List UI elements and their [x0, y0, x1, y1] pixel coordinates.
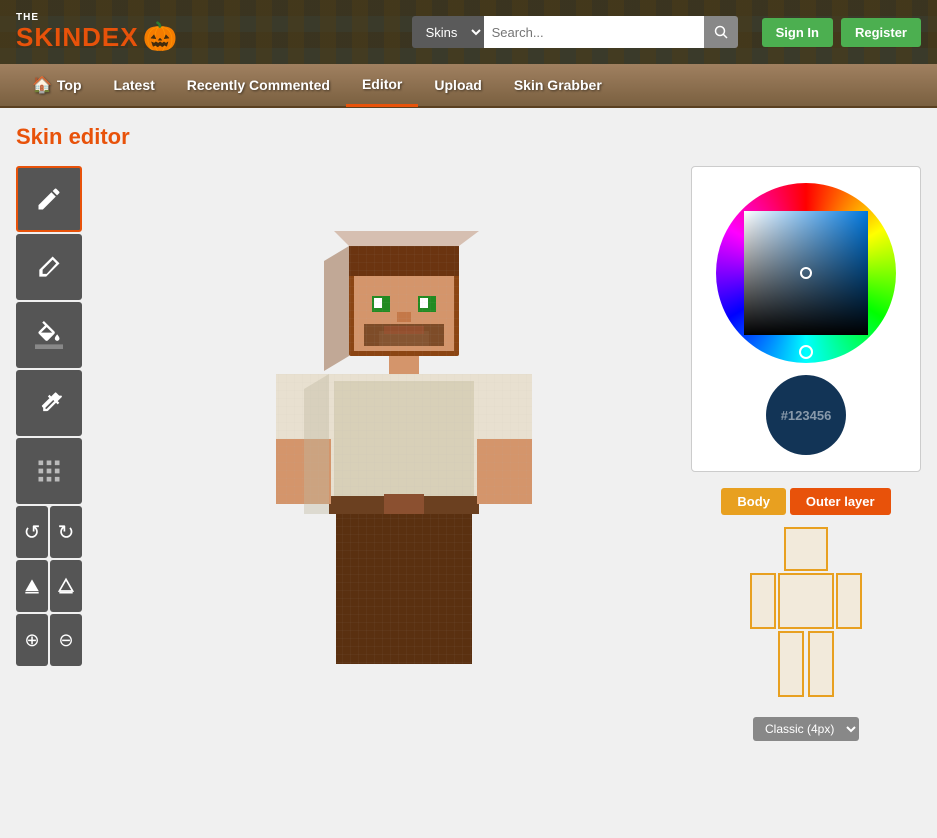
skin-template-legs-row — [778, 631, 834, 697]
skin-part-left-leg[interactable] — [778, 631, 804, 697]
eyedropper-icon — [35, 389, 63, 417]
minecraft-character[interactable] — [254, 206, 554, 726]
logo-text: SKINDEX — [16, 24, 139, 50]
skin-part-head[interactable] — [784, 527, 828, 571]
tools-panel: ↺ ↻ — [16, 166, 116, 766]
page-title: Skin editor — [16, 124, 921, 150]
search-icon — [714, 25, 728, 39]
header: THE SKINDEX 🎃 Skins Sign In Register — [0, 0, 937, 64]
eraser-icon — [35, 253, 63, 281]
skin-part-body[interactable] — [778, 573, 834, 629]
nav-item-recently-commented[interactable]: Recently Commented — [171, 63, 346, 107]
skin-template-head-row — [784, 527, 828, 571]
color-picker-container[interactable]: #123456 — [691, 166, 921, 472]
zoom-out-button[interactable]: ⊖ — [50, 614, 82, 666]
saturation-black-gradient — [744, 211, 868, 335]
darken-button[interactable] — [16, 560, 48, 612]
auth-area: Sign In Register — [762, 18, 921, 47]
color-swatch[interactable]: #123456 — [766, 375, 846, 455]
logo-pumpkin-icon: 🎃 — [143, 23, 178, 51]
nav-item-top[interactable]: 🏠 Top — [16, 63, 98, 107]
zoom-in-button[interactable]: ⊕ — [16, 614, 48, 666]
zoom-in-icon: ⊕ — [24, 630, 39, 651]
signin-button[interactable]: Sign In — [762, 18, 833, 47]
skin-template-body-row — [750, 573, 862, 629]
register-button[interactable]: Register — [841, 18, 921, 47]
noise-tool[interactable] — [16, 438, 82, 504]
pencil-tool[interactable] — [16, 166, 82, 232]
skin-part-right-arm[interactable] — [836, 573, 862, 629]
nav-item-editor[interactable]: Editor — [346, 63, 418, 107]
undo-button[interactable]: ↺ — [16, 506, 48, 558]
zoom-out-icon: ⊖ — [58, 630, 73, 651]
search-input[interactable] — [484, 16, 704, 48]
eyedropper-tool[interactable] — [16, 370, 82, 436]
skin-type-wrapper: Classic (4px)Slim (3px) — [691, 709, 921, 741]
body-layer-button[interactable]: Body — [721, 488, 786, 515]
logo-area: THE SKINDEX 🎃 — [16, 13, 177, 51]
navigation: 🏠 Top Latest Recently Commented Editor U… — [0, 64, 937, 108]
canvas-area[interactable] — [128, 166, 679, 766]
search-area: Skins — [412, 16, 738, 48]
darken-icon — [22, 576, 42, 596]
search-dropdown[interactable]: Skins — [412, 16, 484, 48]
skin-template — [691, 527, 921, 697]
outer-layer-button[interactable]: Outer layer — [790, 488, 891, 515]
editor-layout: ↺ ↻ — [16, 166, 921, 766]
lighten-icon — [56, 576, 76, 596]
zoom-row: ⊕ ⊖ — [16, 614, 116, 666]
redo-icon: ↻ — [58, 520, 75, 545]
layer-buttons: Body Outer layer — [691, 488, 921, 515]
search-button[interactable] — [704, 16, 738, 48]
redo-button[interactable]: ↻ — [50, 506, 82, 558]
color-wheel-wrapper[interactable] — [716, 183, 896, 363]
noise-icon — [35, 457, 63, 485]
eraser-tool[interactable] — [16, 234, 82, 300]
skin-part-left-arm[interactable] — [750, 573, 776, 629]
home-icon: 🏠 — [32, 75, 52, 95]
undo-redo-row: ↺ ↻ — [16, 506, 116, 558]
page-content: Skin editor — [0, 108, 937, 838]
nav-item-skin-grabber[interactable]: Skin Grabber — [498, 63, 618, 107]
darken-lighten-row — [16, 560, 116, 612]
fill-tool[interactable] — [16, 302, 82, 368]
fill-icon — [35, 321, 63, 349]
nav-item-upload[interactable]: Upload — [418, 63, 497, 107]
right-panel: #123456 Body Outer layer — [691, 166, 921, 766]
pencil-icon — [35, 185, 63, 213]
skin-type-select[interactable]: Classic (4px)Slim (3px) — [753, 717, 859, 741]
undo-icon: ↺ — [24, 520, 41, 545]
nav-item-latest[interactable]: Latest — [98, 63, 171, 107]
hex-value: #123456 — [781, 408, 832, 423]
lighten-button[interactable] — [50, 560, 82, 612]
skin-part-right-leg[interactable] — [808, 631, 834, 697]
